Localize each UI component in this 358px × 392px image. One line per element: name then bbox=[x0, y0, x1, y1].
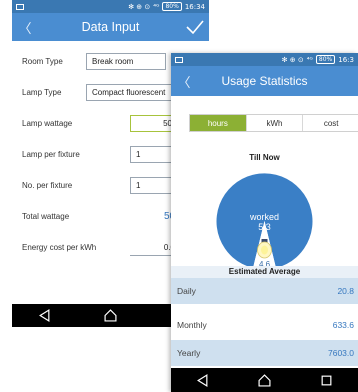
battery-icon: 80% bbox=[162, 2, 182, 11]
app-bar: 〈 Usage Statistics bbox=[171, 66, 358, 96]
estimated-average-heading: Estimated Average bbox=[171, 266, 358, 278]
unit-tabs: hours kWh cost bbox=[189, 114, 358, 132]
room-type-select[interactable]: Break room bbox=[86, 53, 166, 70]
stat-row-yearly: Yearly 7603.0 bbox=[171, 340, 358, 366]
tab-kwh[interactable]: kWh bbox=[246, 115, 304, 131]
nav-back-icon[interactable] bbox=[38, 309, 51, 322]
stat-row-daily: Daily 20.8 bbox=[171, 278, 358, 304]
confirm-check-icon[interactable] bbox=[185, 18, 205, 36]
signal-icon: ⁴ᴳ bbox=[153, 2, 160, 11]
lamp-per-fixture-value: 1 bbox=[136, 150, 141, 159]
usage-pie-chart: worked 5.3 4.6 bbox=[216, 173, 313, 270]
nav-recents-icon[interactable] bbox=[320, 374, 333, 387]
status-time: 16:34 bbox=[184, 2, 205, 11]
nav-back-icon[interactable] bbox=[196, 373, 209, 387]
room-type-value: Break room bbox=[92, 57, 134, 66]
usage-statistics-screen: ✻ ⊕ ⊙ ⁴ᴳ 80% 16:3 〈 Usage Statistics hou… bbox=[171, 53, 358, 392]
no-per-fixture-label: No. per fixture bbox=[22, 181, 73, 190]
status-bar: ✻ ⊕ ⊙ ⁴ᴳ 80% 16:3 bbox=[171, 53, 358, 66]
page-title: Data Input bbox=[81, 20, 140, 34]
status-icons: ✻ ⊕ ⊙ bbox=[128, 2, 151, 11]
app-bar: 〈 Data Input bbox=[12, 13, 209, 41]
monthly-label: Monthly bbox=[177, 320, 207, 330]
daily-label: Daily bbox=[177, 286, 196, 296]
screenshot-stage: ✻ ⊕ ⊙ ⁴ᴳ 80% 16:34 〈 Data Input Room Typ… bbox=[0, 0, 358, 392]
worked-label: worked bbox=[249, 212, 279, 222]
no-per-fixture-value: 1 bbox=[136, 181, 141, 190]
total-wattage-label: Total wattage bbox=[22, 212, 70, 221]
battery-icon: 80% bbox=[315, 55, 336, 64]
till-now-heading: Till Now bbox=[249, 153, 280, 162]
signal-icon: ⁴ᴳ bbox=[306, 55, 313, 64]
lamp-per-fixture-label: Lamp per fixture bbox=[22, 150, 80, 159]
monthly-value: 633.6 bbox=[332, 320, 354, 330]
image-notification-icon bbox=[16, 3, 24, 10]
tab-cost[interactable]: cost bbox=[303, 115, 358, 131]
worked-value: 5.3 bbox=[258, 222, 271, 232]
navigation-bar bbox=[171, 368, 358, 392]
image-notification-icon bbox=[175, 56, 183, 63]
nav-home-icon[interactable] bbox=[258, 373, 271, 387]
room-type-label: Room Type bbox=[22, 57, 63, 66]
page-title: Usage Statistics bbox=[221, 74, 308, 88]
lamp-type-value: Compact fluorescent bbox=[92, 88, 166, 97]
energy-cost-label: Energy cost per kWh bbox=[22, 243, 97, 252]
status-time: 16:3 bbox=[338, 55, 354, 64]
lamp-wattage-label: Lamp wattage bbox=[22, 119, 73, 128]
nav-home-icon[interactable] bbox=[104, 309, 117, 322]
stat-row-monthly: Monthly 633.6 bbox=[171, 312, 358, 338]
status-icons: ✻ ⊕ ⊙ bbox=[281, 55, 304, 64]
status-bar: ✻ ⊕ ⊙ ⁴ᴳ 80% 16:34 bbox=[12, 0, 209, 13]
lamp-type-label: Lamp Type bbox=[22, 88, 62, 97]
daily-value: 20.8 bbox=[337, 286, 354, 296]
tab-hours[interactable]: hours bbox=[190, 115, 247, 131]
yearly-value: 7603.0 bbox=[328, 348, 354, 358]
yearly-label: Yearly bbox=[177, 348, 201, 358]
